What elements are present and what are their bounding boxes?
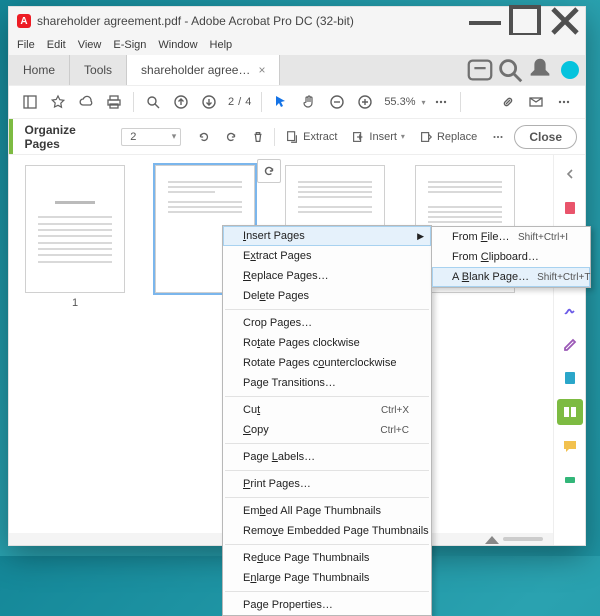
- menu-view[interactable]: View: [78, 39, 102, 51]
- page-sep: /: [238, 96, 241, 108]
- maximize-button[interactable]: [505, 7, 545, 35]
- organize-title: Organize Pages: [25, 123, 104, 151]
- ctx-insert-pages-label: nsert Pages: [246, 230, 305, 242]
- tab-strip: Home Tools shareholder agree… ×: [9, 55, 585, 85]
- ctx-page-transitions[interactable]: Page Transitions…: [223, 373, 431, 393]
- insert-label: Insert: [369, 131, 397, 143]
- share-menu-icon[interactable]: [551, 89, 577, 115]
- ctx-embed-thumbnails[interactable]: Embed All Page Thumbnails: [223, 501, 431, 521]
- main-toolbar: 2 / 4 55.3% ▾: [9, 85, 585, 119]
- star-icon[interactable]: [45, 89, 71, 115]
- delete-page-icon[interactable]: [247, 125, 268, 149]
- cloud-icon[interactable]: [73, 89, 99, 115]
- rail-expand-icon[interactable]: [557, 161, 583, 187]
- thumbnail-rotate-icon[interactable]: [257, 159, 281, 183]
- zoom-level[interactable]: 55.3%: [384, 96, 415, 108]
- avatar[interactable]: [555, 55, 585, 85]
- context-menu: Insert Pages ▶ Extract Pages Replace Pag…: [222, 225, 432, 616]
- ctx-rotate-ccw[interactable]: Rotate Pages counterclockwise: [223, 353, 431, 373]
- menu-help[interactable]: Help: [210, 39, 233, 51]
- right-tool-rail: [553, 155, 585, 545]
- rail-export-pdf-icon[interactable]: [557, 365, 583, 391]
- extract-label: Extract: [303, 131, 337, 143]
- organize-pages-toolbar: Organize Pages 2 Extract Insert ▾ Replac…: [9, 119, 585, 155]
- thumbnail-page-1-label: 1: [72, 297, 78, 309]
- ctx-insert-pages[interactable]: Insert Pages ▶: [223, 226, 431, 246]
- rail-scan-icon[interactable]: [557, 467, 583, 493]
- sub-blank-page[interactable]: A Blank Page… Shift+Ctrl+T: [432, 267, 590, 287]
- ctx-remove-embedded[interactable]: Remove Embedded Page Thumbnails: [223, 521, 431, 541]
- ctx-print-pages[interactable]: Print Pages…: [223, 474, 431, 494]
- ctx-reduce-thumbs[interactable]: Reduce Page Thumbnails: [223, 548, 431, 568]
- organize-close-button[interactable]: Close: [514, 125, 577, 149]
- title-bar: A shareholder agreement.pdf - Adobe Acro…: [9, 7, 585, 35]
- menu-file[interactable]: File: [17, 39, 35, 51]
- ctx-enlarge-thumbs[interactable]: Enlarge Page Thumbnails: [223, 568, 431, 588]
- replace-label: Replace: [437, 131, 477, 143]
- page-up-icon[interactable]: [168, 89, 194, 115]
- page-select-dropdown[interactable]: 2: [121, 128, 181, 146]
- tab-document-label: shareholder agree…: [141, 63, 250, 77]
- zoom-dropdown-icon[interactable]: ▾: [422, 98, 426, 107]
- tab-document-close-icon[interactable]: ×: [258, 63, 265, 77]
- rail-comment-icon[interactable]: [557, 433, 583, 459]
- organize-accent: [9, 119, 13, 154]
- sub-from-file[interactable]: From File… Shift+Ctrl+I: [432, 227, 590, 247]
- ctx-delete-pages[interactable]: Delete Pages: [223, 286, 431, 306]
- rail-create-pdf-icon[interactable]: [557, 195, 583, 221]
- page-current: 2: [228, 96, 234, 108]
- rail-fill-sign-icon[interactable]: [557, 331, 583, 357]
- tab-home[interactable]: Home: [9, 55, 70, 85]
- tab-tools[interactable]: Tools: [70, 55, 127, 85]
- print-icon[interactable]: [101, 89, 127, 115]
- more-tools-icon[interactable]: [428, 89, 454, 115]
- ctx-extract-pages[interactable]: Extract Pages: [223, 246, 431, 266]
- page-total: 4: [245, 96, 251, 108]
- zoom-out-icon[interactable]: [324, 89, 350, 115]
- ctx-page-labels[interactable]: Page Labels…: [223, 447, 431, 467]
- menu-bar: File Edit View E-Sign Window Help: [9, 35, 585, 55]
- share-email-icon[interactable]: [523, 89, 549, 115]
- rail-request-sign-icon[interactable]: [557, 297, 583, 323]
- rotate-cw-icon[interactable]: [220, 125, 241, 149]
- insert-button[interactable]: Insert ▾: [347, 130, 409, 144]
- insert-pages-submenu: From File… Shift+Ctrl+I From Clipboard… …: [431, 226, 591, 288]
- quick-tools-icon[interactable]: [465, 55, 495, 85]
- hand-tool-icon[interactable]: [296, 89, 322, 115]
- rail-organize-pages-icon[interactable]: [557, 399, 583, 425]
- minimize-button[interactable]: [465, 7, 505, 35]
- page-preview: [25, 165, 125, 293]
- share-link-icon[interactable]: [495, 89, 521, 115]
- thumbnail-page-1[interactable]: 1: [19, 165, 131, 309]
- replace-button[interactable]: Replace: [415, 130, 481, 144]
- ctx-replace-pages[interactable]: Replace Pages…: [223, 266, 431, 286]
- tab-document[interactable]: shareholder agree… ×: [127, 55, 280, 85]
- search-icon[interactable]: [495, 55, 525, 85]
- close-window-button[interactable]: [545, 7, 585, 35]
- notifications-icon[interactable]: [525, 55, 555, 85]
- menu-edit[interactable]: Edit: [47, 39, 66, 51]
- window-title: shareholder agreement.pdf - Adobe Acroba…: [37, 14, 465, 28]
- page-down-icon[interactable]: [196, 89, 222, 115]
- page-indicator[interactable]: 2 / 4: [228, 96, 251, 108]
- sidebar-toggle-icon[interactable]: [17, 89, 43, 115]
- rotate-ccw-icon[interactable]: [193, 125, 214, 149]
- ctx-page-properties[interactable]: Page Properties…: [223, 595, 431, 615]
- menu-window[interactable]: Window: [158, 39, 197, 51]
- sub-from-clipboard[interactable]: From Clipboard…: [432, 247, 590, 267]
- ctx-rotate-cw[interactable]: Rotate Pages clockwise: [223, 333, 431, 353]
- ctx-cut[interactable]: CutCtrl+X: [223, 400, 431, 420]
- zoom-marquee-icon[interactable]: [140, 89, 166, 115]
- ctx-crop-pages[interactable]: Crop Pages…: [223, 313, 431, 333]
- menu-esign[interactable]: E-Sign: [113, 39, 146, 51]
- extract-button[interactable]: Extract: [281, 130, 341, 144]
- selection-cursor-icon[interactable]: [268, 89, 294, 115]
- organize-more-icon[interactable]: [487, 125, 508, 149]
- submenu-arrow-icon: ▶: [417, 231, 424, 242]
- zoom-in-icon[interactable]: [352, 89, 378, 115]
- acrobat-app-icon: A: [17, 14, 31, 28]
- insert-dropdown-icon: ▾: [401, 132, 405, 141]
- ctx-copy[interactable]: CopyCtrl+C: [223, 420, 431, 440]
